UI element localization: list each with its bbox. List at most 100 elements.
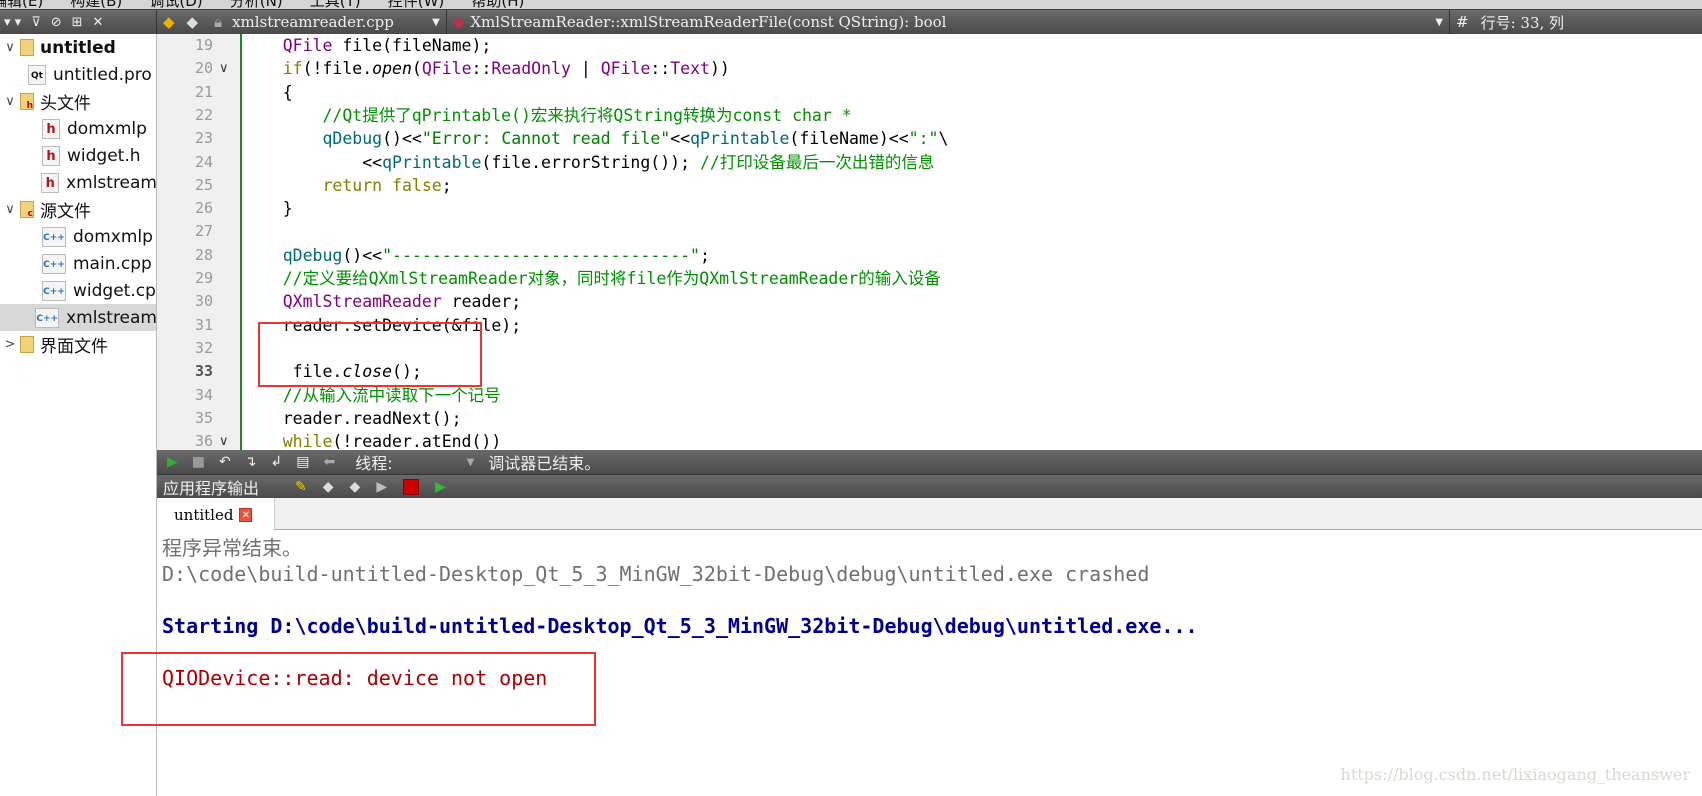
code-token: while <box>282 432 333 452</box>
line-number: 21 <box>194 82 213 101</box>
split-icon[interactable]: ⊞ <box>72 15 83 30</box>
menu-tools[interactable]: 工具(T) <box>310 0 361 9</box>
code-line[interactable]: return false; <box>243 174 451 197</box>
tree-item-label: xmlstream <box>66 172 157 193</box>
sync-icon[interactable]: ⊘ <box>51 15 62 30</box>
run-icon[interactable]: ▶ <box>376 479 387 495</box>
tree-item[interactable]: h xmlstream <box>0 169 157 196</box>
step-out-icon[interactable]: ↲ <box>270 454 282 470</box>
code-line[interactable]: QFile file(fileName); <box>243 34 492 57</box>
stop-debug-icon[interactable]: ■ <box>192 454 205 470</box>
forward-icon[interactable]: ◆ <box>187 13 199 31</box>
file-selector[interactable]: xmlstreamreader.cpp <box>232 13 432 31</box>
h-file-icon: h <box>42 118 60 139</box>
code-token: QFile <box>600 59 651 79</box>
line-number: 34 <box>194 385 213 404</box>
code-line[interactable]: QXmlStreamReader reader; <box>243 290 521 313</box>
menu-help[interactable]: 帮助(H) <box>471 0 524 9</box>
tree-item[interactable]: h domxmlp <box>0 115 156 142</box>
code-token: ; <box>700 245 710 265</box>
line-number: 35 <box>194 408 213 427</box>
chevron-down-icon[interactable]: ▼ <box>1435 17 1443 28</box>
tree-item[interactable]: C++ main.cpp <box>0 250 156 277</box>
tree-item[interactable]: C++ widget.cp <box>0 277 156 304</box>
chevron-down-icon[interactable]: ∨ <box>0 94 20 109</box>
chevron-down-icon[interactable]: ∨ <box>0 40 20 55</box>
code-line[interactable]: if(!file.open(QFile::ReadOnly | QFile::T… <box>243 57 730 80</box>
code-token: ReadOnly <box>491 59 571 79</box>
reverse-icon[interactable]: ⬅ <box>323 454 335 470</box>
step-into-icon[interactable]: ↴ <box>245 454 257 470</box>
output-line: D:\code\build-untitled-Desktop_Qt_5_3_Mi… <box>162 562 1150 586</box>
line-number: 33 <box>194 362 213 381</box>
code-token: | <box>570 59 601 79</box>
code-token: \ <box>938 129 949 149</box>
code-line[interactable]: qDebug()<<"-----------------------------… <box>243 244 710 267</box>
code-token: (!reader.atEnd()) <box>332 432 502 452</box>
back-icon[interactable]: ◆ <box>163 13 175 31</box>
previous-icon[interactable]: ◆ <box>323 479 334 495</box>
code-token: << <box>670 129 691 149</box>
menu-build[interactable]: 构建(B) <box>70 0 122 9</box>
tree-item[interactable]: ∨ untitled <box>0 34 156 61</box>
code-token: return false <box>322 175 442 195</box>
chevron-down-icon[interactable]: ▼ <box>432 17 440 28</box>
code-token: )) <box>710 59 730 79</box>
menu-debug[interactable]: 调试(D) <box>149 0 202 9</box>
line-number: 32 <box>194 338 213 357</box>
tree-item[interactable]: ∨ h 头文件 <box>0 88 156 115</box>
chevron-right-icon[interactable]: > <box>0 337 20 352</box>
debug-run-icon[interactable]: ▶ <box>435 479 446 495</box>
tree-item[interactable]: > 界面文件 <box>0 331 156 358</box>
code-line[interactable]: //定义要给QXmlStreamReader对象，同时将file作为QXmlSt… <box>243 267 941 290</box>
stop-icon[interactable] <box>403 478 420 495</box>
output-pane-title: 应用程序输出 <box>163 478 260 498</box>
tree-item[interactable]: Qt untitled.pro <box>0 61 156 88</box>
code-line[interactable]: { <box>243 81 293 104</box>
line-number: 23 <box>194 129 213 148</box>
continue-icon[interactable]: ▶ <box>167 454 178 470</box>
close-icon[interactable]: ✕ <box>93 15 104 30</box>
code-token: reader; <box>441 292 522 312</box>
filter-icon[interactable]: ⊽ <box>31 15 41 30</box>
menu-controls[interactable]: 控件(W) <box>388 0 445 9</box>
tree-item[interactable]: ∨ c 源文件 <box>0 196 156 223</box>
code-token: (fileName)<< <box>789 129 909 149</box>
code-token: qDebug <box>322 129 383 149</box>
tree-item[interactable]: C++ domxmlp <box>0 223 156 250</box>
code-line[interactable]: } <box>243 197 293 220</box>
code-token: //定义要给QXmlStreamReader对象，同时将file作为QXmlSt… <box>282 269 941 288</box>
code-line[interactable]: reader.readNext(); <box>243 407 462 430</box>
menu-analyze[interactable]: 分析(N) <box>230 0 283 9</box>
thread-dropdown[interactable]: ▼ <box>467 457 475 468</box>
tab-untitled[interactable]: untitled ✕ <box>157 498 275 531</box>
symbol-selector[interactable]: XmlStreamReader::xmlStreamReaderFile(con… <box>470 13 1435 31</box>
code-token: ":" <box>908 129 939 149</box>
watermark: https://blog.csdn.net/lixiaogang_theansw… <box>1340 765 1690 784</box>
code-line[interactable]: qDebug()<<"Error: Cannot read file"<<qPr… <box>243 127 948 150</box>
code-line[interactable]: //Qt提供了qPrintable()宏来执行将QString转换为const … <box>243 104 851 127</box>
tab-label: untitled <box>174 505 234 524</box>
code-token: ()<< <box>382 129 422 149</box>
next-icon[interactable]: ◆ <box>350 479 361 495</box>
close-tab-icon[interactable]: ✕ <box>239 507 253 522</box>
cpp-file-icon: C++ <box>35 307 60 328</box>
code-line[interactable]: <<qPrintable(file.errorString()); //打印设备… <box>243 151 934 174</box>
step-over-icon[interactable]: ↶ <box>219 454 231 470</box>
debugger-toolbar: ▶ ■ ↶ ↴ ↲ ▤ ⬅ 线程: ▼ 调试器已结束。 <box>157 450 1702 474</box>
code-token: } <box>243 199 293 219</box>
clear-output-icon[interactable]: ✎ <box>295 479 307 495</box>
tree-item[interactable]: h widget.h <box>0 142 156 169</box>
instruction-mode-icon[interactable]: ▤ <box>296 454 309 470</box>
view-dropdown-icon[interactable]: ▾ ▾ <box>4 15 21 30</box>
fold-chevron-icon[interactable]: ∨ <box>219 57 229 80</box>
chevron-down-icon[interactable]: ∨ <box>0 202 20 217</box>
menu-edit[interactable]: 编辑(E) <box>0 0 43 9</box>
tree-item-label: 界面文件 <box>40 337 108 357</box>
tree-item[interactable]: C++ xmlstream <box>0 304 156 331</box>
